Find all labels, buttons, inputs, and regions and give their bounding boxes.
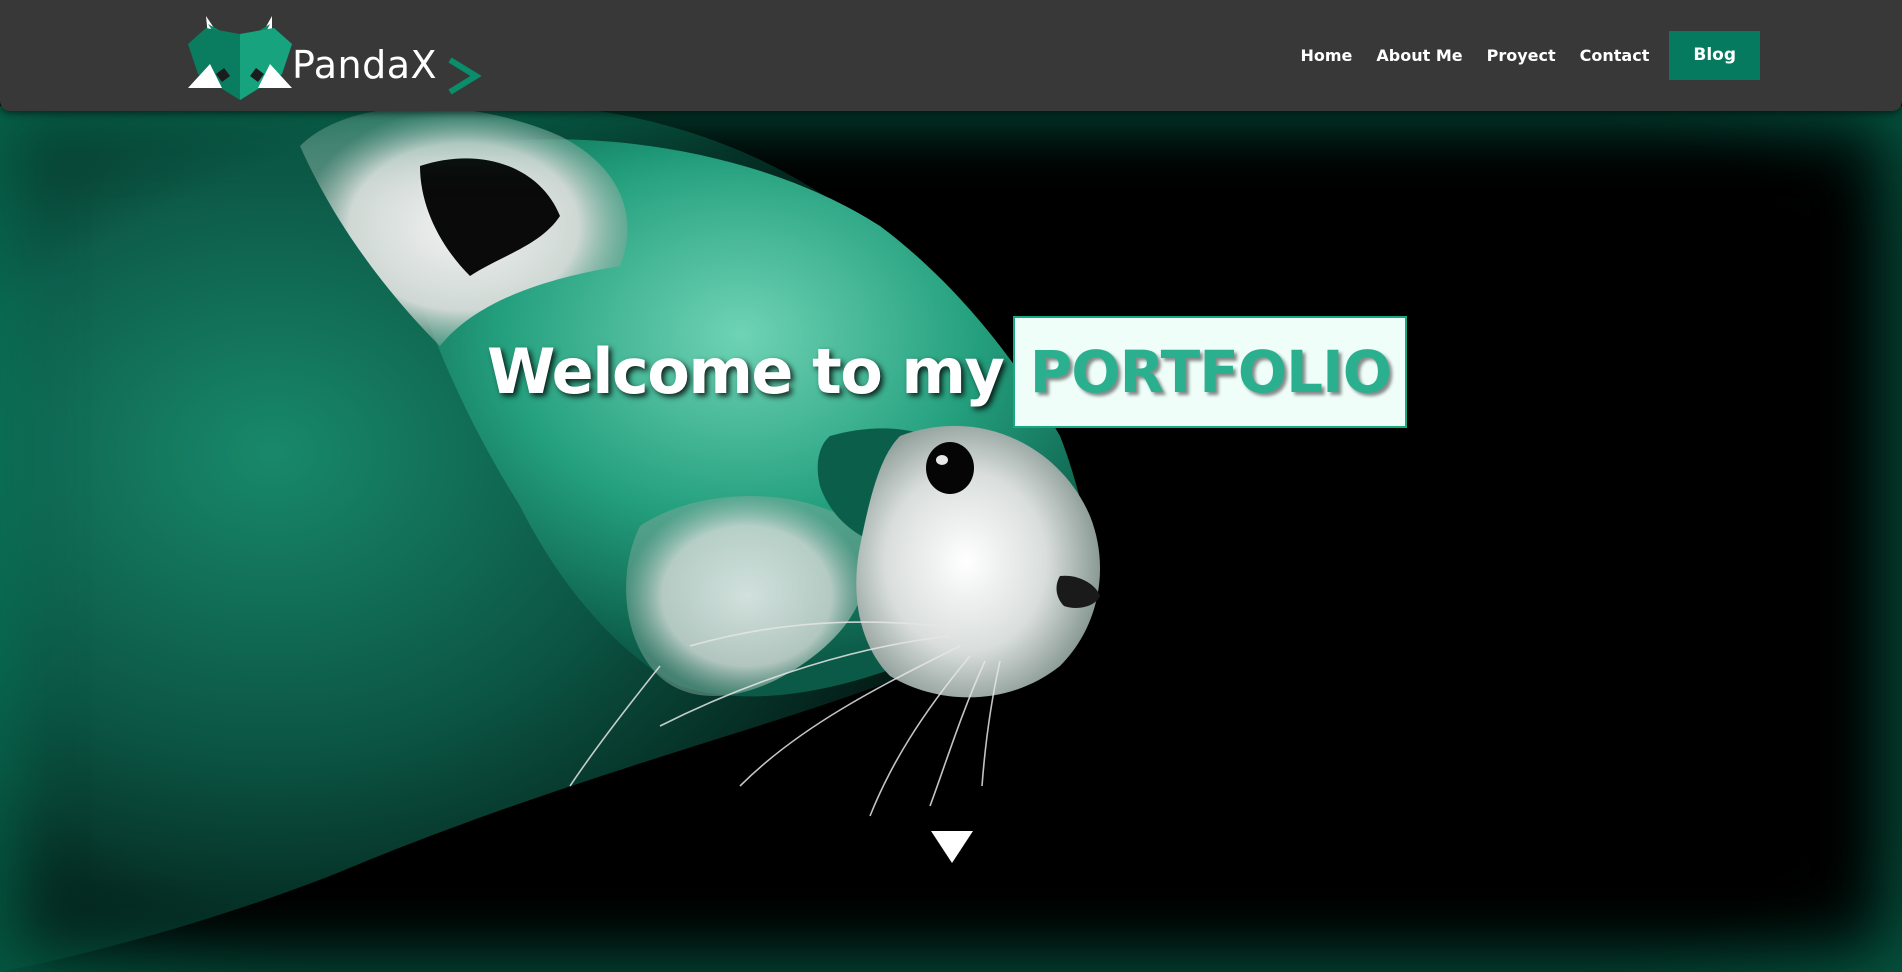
brand-logo[interactable]: PandaX: [186, 12, 486, 102]
hero-section: Welcome to my PORTFOLIO: [0, 106, 1902, 972]
hero-headline: Welcome to my PORTFOLIO: [487, 316, 1408, 428]
nav-home[interactable]: Home: [1289, 32, 1365, 80]
chevron-right-icon: [448, 57, 482, 95]
blog-button[interactable]: Blog: [1669, 31, 1760, 80]
brand-name: PandaX: [292, 43, 438, 87]
nav-proyect[interactable]: Proyect: [1475, 32, 1568, 80]
triangle-down-icon[interactable]: [930, 830, 974, 864]
navbar: PandaX Home About Me Proyect Contact Blo…: [0, 0, 1902, 111]
nav-about-me[interactable]: About Me: [1364, 32, 1474, 80]
headline-accent-box: PORTFOLIO: [1013, 316, 1408, 428]
headline-portfolio-text: PORTFOLIO: [1029, 338, 1392, 406]
main-nav: Home About Me Proyect Contact Blog: [1289, 31, 1760, 80]
headline-welcome-text: Welcome to my: [487, 335, 1005, 408]
panda-head-icon: [188, 16, 292, 100]
nav-contact[interactable]: Contact: [1568, 32, 1662, 80]
